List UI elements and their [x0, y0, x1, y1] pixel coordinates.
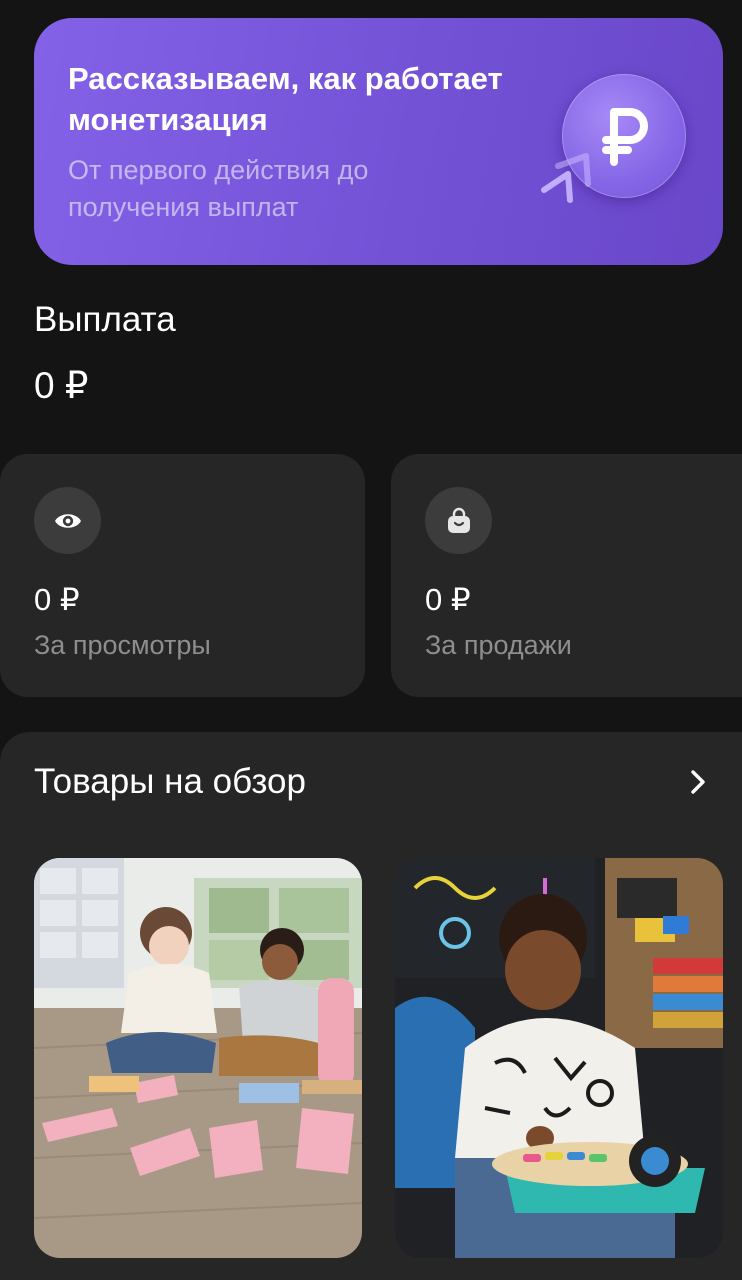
children-playing-body-puzzle-photo — [34, 858, 362, 1258]
arrows-icon — [541, 153, 591, 203]
product-card[interactable] — [395, 858, 723, 1258]
views-earnings-label: За просмотры — [34, 630, 211, 660]
payout-title: Выплата — [34, 300, 176, 339]
monetization-promo-banner[interactable]: Рассказываем, как работает монетизация О… — [34, 18, 723, 265]
products-for-review-section: Товары на обзор — [0, 732, 742, 1280]
product-card[interactable] — [34, 858, 362, 1258]
promo-subtitle: От первого действия до получения выплат — [68, 155, 369, 222]
sales-earnings-value: 0 ₽ — [425, 582, 471, 617]
views-earnings-value: 0 ₽ — [34, 582, 80, 617]
sales-earnings-card[interactable]: 0 ₽ За продажи — [391, 454, 742, 697]
chevron-right-icon[interactable] — [684, 768, 712, 796]
views-earnings-card[interactable]: 0 ₽ За просмотры — [0, 454, 365, 697]
products-section-title[interactable]: Товары на обзор — [34, 762, 306, 802]
shopping-bag-icon — [425, 487, 492, 554]
payout-value: 0 ₽ — [34, 365, 89, 406]
toddler-playing-musical-toy-photo — [395, 858, 723, 1258]
sales-earnings-label: За продажи — [425, 630, 572, 660]
eye-icon — [34, 487, 101, 554]
promo-title: Рассказываем, как работает монетизация — [68, 61, 503, 137]
